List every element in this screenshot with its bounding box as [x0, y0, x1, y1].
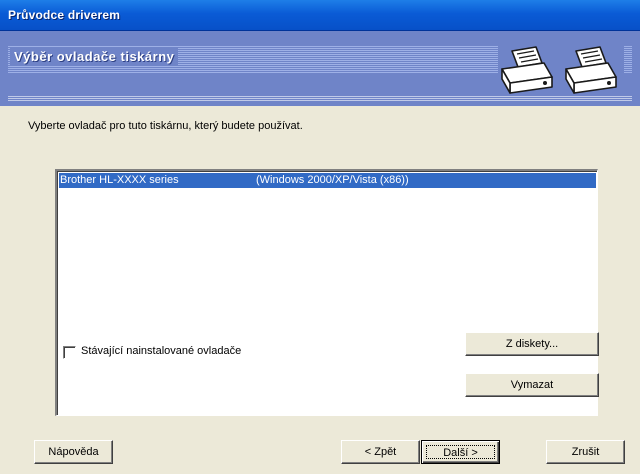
from-disk-button[interactable]: Z diskety...: [465, 332, 599, 356]
from-disk-button-label: Z diskety...: [505, 338, 559, 350]
instruction-text: Vyberte ovladač pro tuto tiskárnu, který…: [28, 120, 303, 132]
back-button[interactable]: < Zpět: [341, 440, 420, 464]
delete-button-label: Vymazat: [510, 379, 554, 391]
driver-name: Brother HL-XXXX series: [60, 174, 179, 186]
cancel-button-label: Zrušit: [571, 446, 600, 458]
driver-platform: (Windows 2000/XP/Vista (x86)): [256, 174, 409, 186]
cancel-button[interactable]: Zrušit: [546, 440, 625, 464]
help-button[interactable]: Nápověda: [34, 440, 113, 464]
next-button-label: Další >: [426, 445, 495, 459]
existing-drivers-checkbox[interactable]: [63, 346, 76, 359]
help-button-label: Nápověda: [48, 446, 99, 458]
existing-drivers-label: Stávající nainstalované ovladače: [81, 345, 242, 357]
page-title: Výběr ovladače tiskárny: [10, 47, 179, 66]
driver-list-item[interactable]: Brother HL-XXXX series (Windows 2000/XP/…: [59, 173, 596, 188]
printer-icon: [501, 46, 617, 94]
window-title: Průvodce driverem: [8, 8, 121, 22]
header-band: Výběr ovladače tiskárny: [0, 31, 640, 106]
header-divider: [8, 95, 632, 102]
title-bar[interactable]: Průvodce driverem: [0, 0, 640, 31]
delete-button[interactable]: Vymazat: [465, 373, 599, 397]
back-button-label: < Zpět: [364, 446, 397, 458]
next-button[interactable]: Další >: [421, 440, 500, 464]
wizard-window: Průvodce driverem Výběr ovladače tiskárn…: [0, 0, 640, 474]
content-area: Vyberte ovladač pro tuto tiskárnu, který…: [0, 106, 640, 474]
header-icons: [498, 43, 624, 95]
